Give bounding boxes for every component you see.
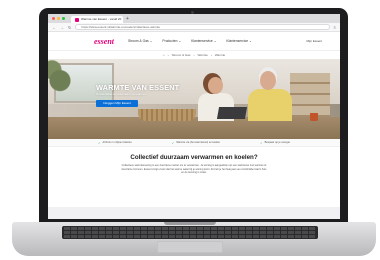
laptop-mockup: Warmte van Essent - vanaf 20 × + ← → ↻ h… [0, 0, 380, 260]
maximize-window-icon[interactable] [62, 17, 65, 20]
nav-item-klantenservice[interactable]: Klantenservice ⌄ [191, 39, 216, 43]
forward-arrow-icon[interactable]: → [60, 25, 64, 30]
check-icon: ✓ [171, 140, 175, 145]
hero-cta-button[interactable]: Inloggen Mijn Essent [96, 100, 138, 107]
page-footer-band [48, 207, 340, 219]
hero-photo-table [48, 117, 340, 139]
laptop-trackpad [157, 241, 223, 253]
nav-item-producten[interactable]: Producten ⌄ [162, 39, 181, 43]
hero-photo-basket [138, 109, 196, 121]
breadcrumb-item[interactable]: Warmte [197, 53, 207, 57]
back-arrow-icon[interactable]: ← [52, 25, 56, 30]
minimize-window-icon[interactable] [57, 17, 60, 20]
section-heading: Collectief duurzaam verwarmen en koelen? [130, 154, 258, 161]
nav-item-stroom-gas[interactable]: Stroom & Gas ⌄ [128, 39, 152, 43]
laptop-keyboard [62, 226, 318, 239]
laptop-screen: Warmte van Essent - vanaf 20 × + ← → ↻ h… [48, 14, 340, 219]
breadcrumb-item[interactable]: Stroom & Gas [172, 53, 191, 57]
address-bar[interactable]: https://www.essent.nl/warmte-en-koelen/c… [75, 24, 330, 30]
tab-title: Warmte van Essent - vanaf 20 [81, 17, 122, 21]
breadcrumb: ⌂ › Stroom & Gas › Warmte › Warmte [48, 51, 340, 59]
essent-logo[interactable]: essent [94, 37, 114, 46]
new-tab-button[interactable]: + [126, 15, 129, 23]
browser-tab[interactable]: Warmte van Essent - vanaf 20 × [71, 16, 123, 23]
hero-photo-mug [310, 113, 318, 121]
check-icon: ✓ [97, 140, 101, 145]
hero-banner: WARMTE VAN ESSENT Comfortabel en duurzaa… [48, 59, 340, 139]
hero-photo-man [244, 71, 294, 121]
site-header: essent Stroom & Gas ⌄ Producten ⌄ Klante… [48, 32, 340, 51]
browser-toolbar: ← → ↻ https://www.essent.nl/warmte-en-ko… [48, 23, 340, 32]
breadcrumb-current: Warmte [214, 53, 226, 57]
hero-photo-laptop [216, 107, 248, 119]
usp-strip: ✓ Al Ruim 1 miljoen klanten ✓ Warmte via (… [48, 139, 340, 147]
home-icon[interactable]: ⌂ [163, 53, 165, 57]
hero-photo-plant [48, 59, 88, 95]
breadcrumb-separator: › [167, 53, 169, 57]
check-icon: ✓ [260, 140, 263, 145]
breadcrumb-separator: › [210, 53, 212, 57]
usp-item: ✓ Al Ruim 1 miljoen klanten [97, 140, 132, 145]
hero-subtitle: Comfortabel en duurzaam verwarmen [96, 92, 147, 96]
laptop-hinge [164, 222, 216, 225]
favicon-icon [75, 17, 79, 22]
window-controls [52, 17, 65, 20]
reload-icon[interactable]: ↻ [68, 25, 71, 30]
browser-tab-bar: Warmte van Essent - vanaf 20 × + [48, 14, 340, 23]
usp-item: ✓ Bespaar op je energie [260, 140, 290, 145]
breadcrumb-separator: › [193, 53, 195, 57]
close-window-icon[interactable] [52, 17, 55, 20]
usp-item: ✓ Warmte via (het warmtenet) en koelen [171, 140, 221, 145]
menu-icon[interactable]: ≡ [334, 25, 336, 30]
content-section: Collectief duurzaam verwarmen en koelen?… [48, 147, 340, 175]
mijn-essent-link[interactable]: Mijn Essent [306, 39, 322, 43]
hero-title: WARMTE VAN ESSENT [96, 83, 180, 92]
section-body: Collectieve warmtelevering is een duurza… [121, 164, 267, 174]
nav-item-klantenservice-2[interactable]: Klantenservice ⌄ [226, 39, 251, 43]
